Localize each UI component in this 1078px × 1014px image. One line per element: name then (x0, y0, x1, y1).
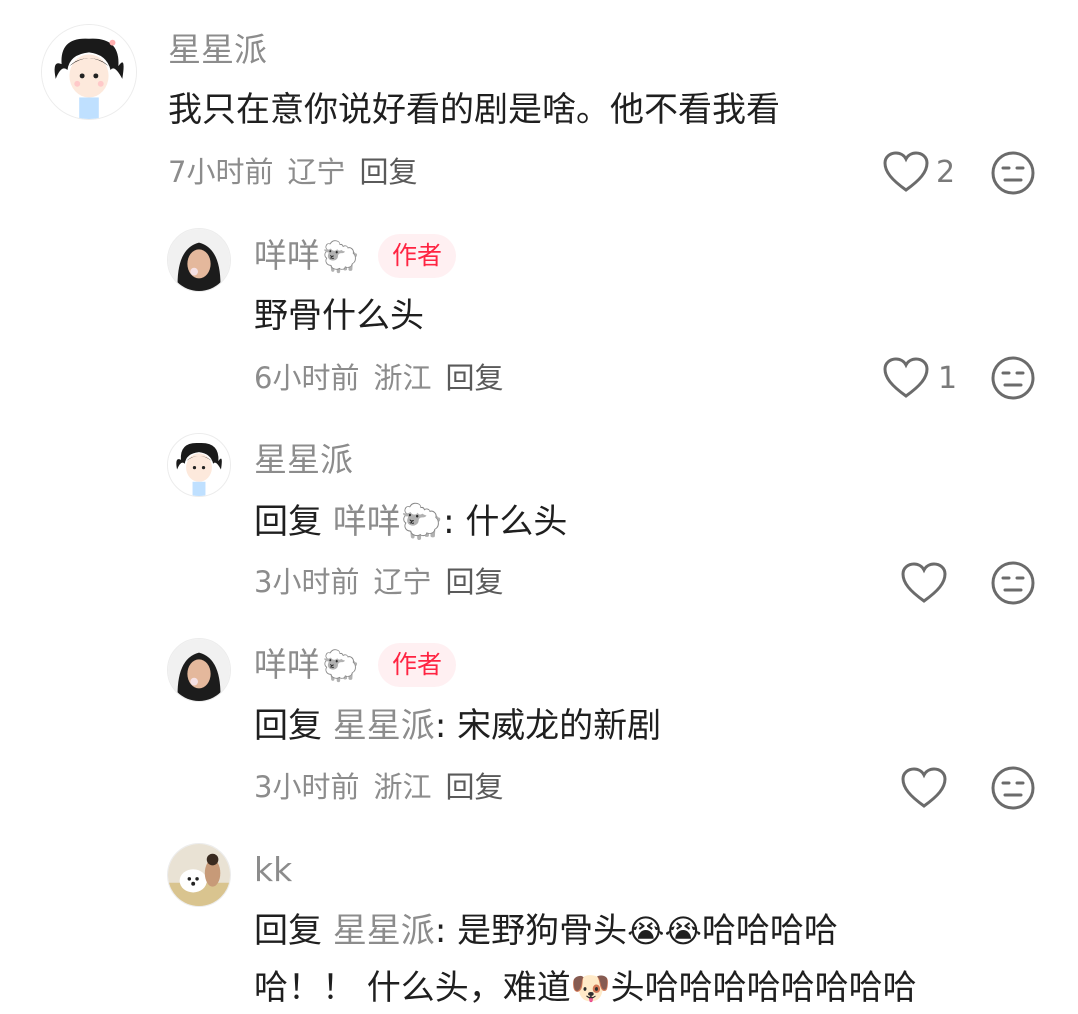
like-button[interactable]: 2 (882, 150, 955, 194)
meh-face-icon (991, 561, 1035, 605)
avatar[interactable] (167, 228, 231, 292)
reply-button[interactable]: 回复 (445, 361, 503, 395)
reply-target-user[interactable]: 星星派 (333, 706, 435, 746)
location: 辽宁 (287, 155, 346, 189)
dislike-button[interactable] (990, 765, 1036, 811)
dislike-button[interactable] (990, 355, 1036, 401)
username[interactable]: 咩咩🐑 (254, 236, 359, 278)
timestamp: 6小时前 (254, 361, 360, 395)
crying-emoji: 😭 (664, 912, 702, 950)
comment-meta: 7小时前 辽宁 回复 (168, 152, 431, 192)
sheep-emoji: 🐑 (322, 240, 360, 275)
location: 辽宁 (373, 565, 432, 599)
like-button[interactable] (900, 766, 948, 810)
comment-text-line-2[interactable]: 哈！！ 什么头，难道🐶头哈哈哈哈哈哈哈哈 (254, 962, 917, 1014)
meh-face-icon (991, 151, 1035, 195)
dislike-button[interactable] (990, 150, 1036, 196)
timestamp: 7小时前 (168, 155, 274, 189)
comment-meta: 3小时前 辽宁 回复 (254, 562, 517, 602)
comment-text[interactable]: 我只在意你说好看的剧是啥。他不看我看 (168, 84, 780, 136)
avatar[interactable] (167, 638, 231, 702)
comment-text[interactable]: 野骨什么头 (254, 290, 424, 342)
username[interactable]: 星星派 (168, 30, 267, 70)
heart-outline-icon (883, 151, 929, 192)
comment-text-line-1[interactable]: 回复 星星派: 是野狗骨头😭😭哈哈哈哈 (254, 905, 838, 957)
author-badge: 作者 (378, 643, 457, 687)
reply-button[interactable]: 回复 (359, 155, 417, 189)
meh-face-icon (991, 356, 1035, 400)
meh-face-icon (991, 766, 1035, 810)
sheep-emoji: 🐑 (322, 649, 360, 684)
avatar-woman-photo (168, 639, 230, 701)
avatar-dog-photo (168, 844, 230, 906)
like-count: 2 (936, 154, 956, 190)
reply-target-user[interactable]: 咩咩🐑 (333, 502, 443, 542)
heart-outline-icon (901, 767, 947, 808)
comment-text[interactable]: 回复 咩咩🐑: 什么头 (254, 496, 567, 548)
avatar-girl-image (168, 434, 230, 496)
timestamp: 3小时前 (254, 565, 360, 599)
comment-text[interactable]: 回复 星星派: 宋威龙的新剧 (254, 700, 661, 752)
like-button[interactable]: 1 (882, 356, 957, 400)
avatar-woman-photo (168, 229, 230, 291)
reply-button[interactable]: 回复 (445, 770, 503, 804)
username[interactable]: 咩咩🐑 (254, 645, 359, 687)
heart-outline-icon (883, 357, 929, 398)
like-count: 1 (938, 360, 958, 396)
reply-target-user[interactable]: 星星派 (333, 911, 435, 951)
avatar[interactable] (41, 24, 137, 120)
crying-emoji: 😭 (627, 912, 665, 950)
timestamp: 3小时前 (254, 770, 360, 804)
dog-emoji: 🐶 (570, 969, 611, 1007)
location: 浙江 (373, 361, 432, 395)
avatar[interactable] (167, 843, 231, 907)
heart-outline-icon (901, 562, 947, 603)
username[interactable]: kk (254, 850, 292, 890)
avatar-girl-image (42, 25, 136, 119)
dislike-button[interactable] (990, 560, 1036, 606)
like-button[interactable] (900, 561, 948, 605)
location: 浙江 (373, 770, 432, 804)
avatar[interactable] (167, 433, 231, 497)
author-badge: 作者 (378, 234, 457, 278)
reply-button[interactable]: 回复 (445, 565, 503, 599)
comment-meta: 3小时前 浙江 回复 (254, 767, 517, 807)
comment-meta: 6小时前 浙江 回复 (254, 358, 517, 398)
username[interactable]: 星星派 (254, 440, 353, 480)
